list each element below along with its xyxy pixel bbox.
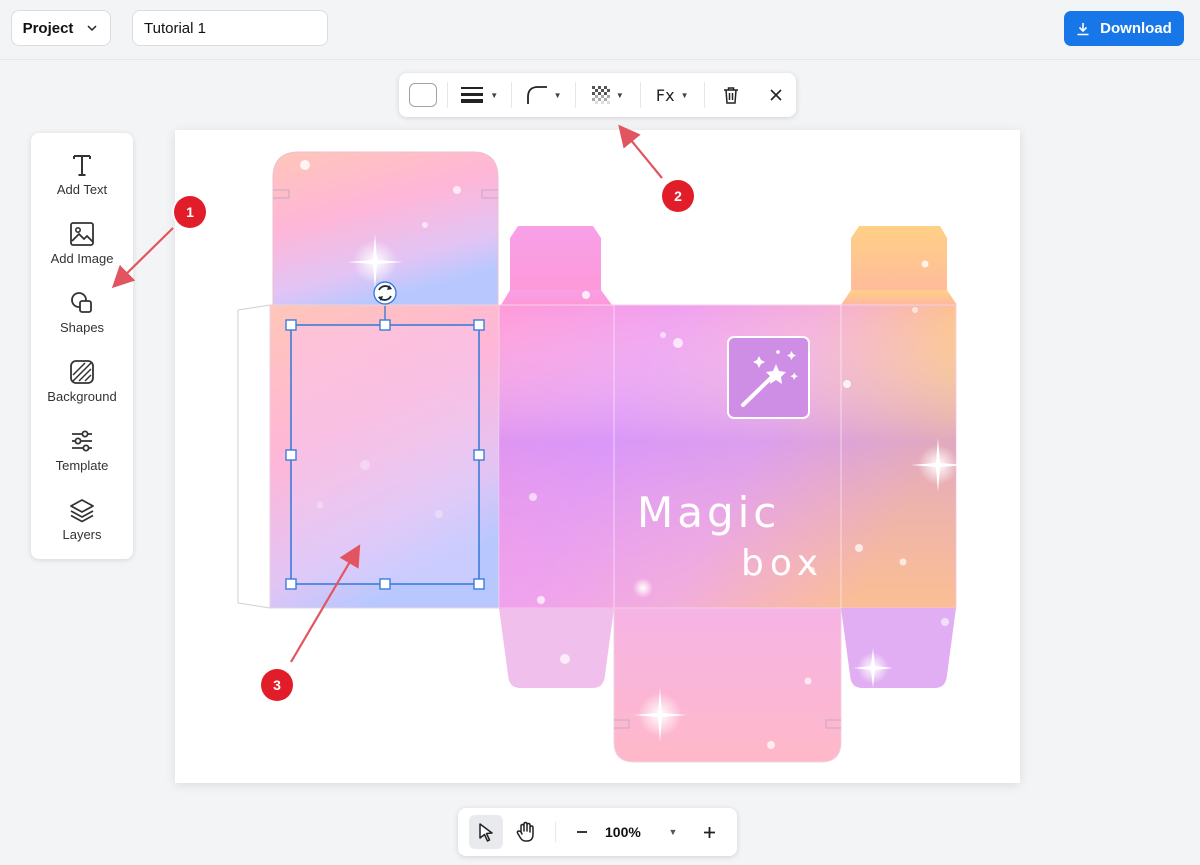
tool-panel: Add Text Add Image Shapes Background Tem… bbox=[31, 133, 133, 559]
add-text-tool[interactable]: Add Text bbox=[31, 146, 133, 206]
download-label: Download bbox=[1100, 20, 1172, 37]
corner-radius-button[interactable]: ▼ bbox=[512, 73, 575, 117]
zoom-value: 100% bbox=[605, 824, 641, 840]
caret-down-icon: ▼ bbox=[668, 827, 678, 837]
layers-tool[interactable]: Layers bbox=[31, 491, 133, 551]
opacity-button[interactable]: ▼ bbox=[576, 73, 639, 117]
hand-icon bbox=[516, 821, 534, 842]
layers-icon bbox=[70, 499, 94, 523]
zoom-out-button[interactable] bbox=[568, 820, 596, 844]
callout-badge-2: 2 bbox=[662, 180, 694, 212]
fill-color-button[interactable] bbox=[399, 73, 447, 117]
zoom-in-button[interactable] bbox=[696, 820, 722, 844]
download-icon bbox=[1077, 22, 1089, 35]
zoom-toolbar: 100% ▼ bbox=[458, 808, 737, 856]
cursor-arrow-icon bbox=[479, 823, 493, 842]
minus-icon bbox=[577, 831, 587, 833]
caret-down-icon: ▼ bbox=[490, 90, 499, 100]
background-label: Background bbox=[47, 389, 117, 404]
stroke-weight-icon bbox=[461, 87, 484, 103]
plus-icon bbox=[703, 826, 715, 838]
add-text-label: Add Text bbox=[56, 182, 108, 197]
effects-label: Fx bbox=[655, 85, 675, 105]
background-icon bbox=[70, 360, 94, 384]
box-dieline-artwork: Magic box bbox=[237, 151, 965, 763]
design-canvas[interactable]: Magic box bbox=[175, 130, 1020, 783]
effects-button[interactable]: Fx ▼ bbox=[641, 73, 704, 117]
caret-down-icon: ▼ bbox=[615, 90, 624, 100]
pan-tool-button[interactable] bbox=[509, 815, 543, 849]
template-label: Template bbox=[55, 458, 109, 473]
caret-down-icon: ▼ bbox=[553, 90, 562, 100]
project-title-input[interactable] bbox=[132, 10, 328, 46]
add-image-tool[interactable]: Add Image bbox=[31, 215, 133, 275]
design-title-text: Magic bbox=[637, 488, 780, 537]
delete-button[interactable] bbox=[705, 73, 756, 117]
background-tool[interactable]: Background bbox=[31, 353, 133, 413]
layers-label: Layers bbox=[62, 527, 102, 542]
chevron-down-icon bbox=[87, 25, 97, 32]
image-icon bbox=[70, 222, 94, 246]
project-menu-button[interactable]: Project bbox=[11, 10, 111, 46]
download-button[interactable]: Download bbox=[1064, 11, 1184, 46]
selected-shape[interactable] bbox=[285, 281, 485, 590]
design-subtitle-text: box bbox=[741, 543, 824, 584]
callout-badge-1: 1 bbox=[174, 196, 206, 228]
transparency-checker-icon bbox=[591, 86, 610, 104]
zoom-dropdown-button[interactable]: ▼ bbox=[663, 820, 683, 844]
element-toolbar: ▼ ▼ ▼ Fx ▼ bbox=[399, 73, 796, 117]
sliders-icon bbox=[72, 430, 92, 452]
text-icon bbox=[73, 155, 91, 176]
corner-radius-icon bbox=[526, 86, 547, 104]
add-image-label: Add Image bbox=[50, 251, 114, 266]
trash-icon bbox=[723, 87, 738, 104]
callout-badge-3: 3 bbox=[261, 669, 293, 701]
project-label: Project bbox=[22, 19, 74, 37]
shapes-icon bbox=[71, 292, 92, 313]
select-tool-button[interactable] bbox=[469, 815, 503, 849]
shapes-tool[interactable]: Shapes bbox=[31, 284, 133, 344]
stroke-weight-button[interactable]: ▼ bbox=[448, 73, 511, 117]
magic-wand-icon bbox=[727, 336, 810, 419]
zoom-toolbar-divider bbox=[555, 822, 556, 842]
caret-down-icon: ▼ bbox=[680, 90, 689, 100]
template-tool[interactable]: Template bbox=[31, 422, 133, 482]
fill-swatch-icon bbox=[408, 83, 437, 107]
close-icon bbox=[770, 89, 782, 101]
close-toolbar-button[interactable] bbox=[756, 73, 796, 117]
top-bar: Project Download bbox=[0, 0, 1200, 60]
shapes-label: Shapes bbox=[59, 320, 105, 335]
